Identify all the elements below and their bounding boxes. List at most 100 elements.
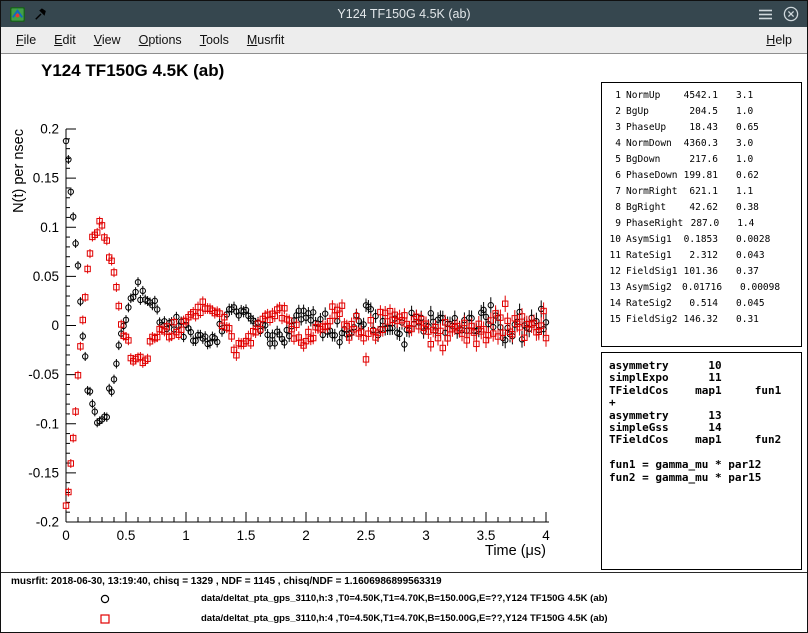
- menu-item-help[interactable]: Help: [757, 30, 801, 50]
- param-number: 15: [608, 312, 621, 328]
- param-error: 1.1: [736, 184, 753, 200]
- param-number: 12: [608, 264, 621, 280]
- theory-box: asymmetry 10simplExpo 11TFieldCos map1 f…: [601, 352, 802, 570]
- param-name: AsymSig2: [626, 280, 682, 296]
- parameter-row: 15FieldSig2146.320.31: [608, 312, 801, 328]
- param-value: 0.514: [682, 296, 718, 312]
- svg-text:3.5: 3.5: [477, 528, 496, 543]
- param-name: NormRight: [626, 184, 682, 200]
- param-name: FieldSig1: [626, 264, 682, 280]
- parameter-row: 8BgRight42.620.38: [608, 200, 801, 216]
- parameter-row: 12 FieldSig1101.36 0.37: [608, 264, 801, 280]
- parameter-row: 4NormDown4360.33.0: [608, 136, 801, 152]
- param-name: NormDown: [626, 136, 682, 152]
- svg-text:0: 0: [62, 528, 70, 543]
- param-name: FieldSig2: [626, 312, 682, 328]
- titlebar[interactable]: Y124 TF150G 4.5K (ab): [1, 1, 807, 27]
- plot-canvas[interactable]: -0.2-0.15-0.1-0.0500.050.10.150.200.511.…: [1, 54, 597, 572]
- menu-item-view[interactable]: View: [85, 30, 130, 50]
- svg-text:4: 4: [542, 528, 550, 543]
- pin-icon[interactable]: [33, 6, 49, 22]
- param-number: 8: [608, 200, 621, 216]
- param-value: 42.62: [682, 200, 718, 216]
- param-error: 1.0: [736, 104, 753, 120]
- legend-row: data/deltat_pta_gps_3110,h:3 ,T0=4.50K,T…: [1, 590, 807, 608]
- param-value: 2.312: [682, 248, 718, 264]
- theory-line: fun2 = gamma_mu * par15: [609, 472, 801, 484]
- param-value: 204.5: [682, 104, 718, 120]
- param-error: 0.0028: [736, 232, 770, 248]
- param-number: 4: [608, 136, 621, 152]
- param-name: BgDown: [626, 152, 682, 168]
- legend-label: data/deltat_pta_gps_3110,h:4 ,T0=4.50K,T…: [201, 613, 608, 624]
- window-close-icon[interactable]: [783, 6, 799, 22]
- param-value: 101.36: [682, 264, 718, 280]
- app-icon[interactable]: [9, 6, 25, 22]
- menu-item-musrfit[interactable]: Musrfit: [238, 30, 294, 50]
- param-name: PhaseDown: [626, 168, 682, 184]
- parameter-row: 5 BgDown217.6 1.0: [608, 152, 801, 168]
- musrview-window: Y124 TF150G 4.5K (ab) File: [0, 0, 808, 633]
- param-number: 13: [608, 280, 621, 296]
- menu-item-file[interactable]: File: [7, 30, 45, 50]
- svg-text:0.15: 0.15: [33, 171, 59, 186]
- param-error: 0.37: [736, 264, 759, 280]
- param-name: BgUp: [626, 104, 682, 120]
- menu-item-options[interactable]: Options: [130, 30, 191, 50]
- data-series-layer: [63, 137, 548, 510]
- param-value: 0.1853: [682, 232, 718, 248]
- parameter-row: 13AsymSig20.017160.00098: [608, 280, 801, 296]
- root-canvas[interactable]: Y124 TF150G 4.5K (ab) -0.2-0.15-0.1-0.05…: [1, 54, 807, 632]
- param-error: 0.62: [736, 168, 759, 184]
- param-error: 1.0: [736, 152, 753, 168]
- svg-text:0.05: 0.05: [33, 269, 59, 284]
- window-menu-icon[interactable]: [757, 6, 773, 22]
- param-name: PhaseUp: [626, 120, 682, 136]
- param-number: 7: [608, 184, 621, 200]
- param-error: 0.38: [736, 200, 759, 216]
- titlebar-left-icons: [9, 6, 49, 22]
- legend-marker-square-icon: [99, 612, 111, 630]
- param-value: 621.1: [682, 184, 718, 200]
- param-error: 0.045: [736, 296, 765, 312]
- param-name: NormUp: [626, 88, 682, 104]
- parameter-row: 7 NormRight621.1 1.1: [608, 184, 801, 200]
- menu-item-tools[interactable]: Tools: [191, 30, 238, 50]
- svg-text:-0.1: -0.1: [36, 416, 59, 431]
- param-value: 287.0: [683, 216, 719, 232]
- svg-text:0.2: 0.2: [40, 122, 59, 137]
- param-value: 199.81: [682, 168, 718, 184]
- param-value: 217.6: [682, 152, 718, 168]
- legend-label: data/deltat_pta_gps_3110,h:3 ,T0=4.50K,T…: [201, 593, 608, 604]
- window-title: Y124 TF150G 4.5K (ab): [1, 7, 807, 21]
- theory-line: simplExpo 11: [609, 372, 801, 384]
- y-axis-label: N(t) per nsec: [11, 129, 27, 213]
- svg-text:3: 3: [422, 528, 430, 543]
- svg-text:1: 1: [182, 528, 190, 543]
- svg-text:0: 0: [51, 318, 59, 333]
- param-number: 5: [608, 152, 621, 168]
- param-number: 6: [608, 168, 621, 184]
- menubar: FileEditViewOptionsToolsMusrfit Help: [1, 27, 807, 54]
- theory-line: TFieldCos map1 fun2: [609, 434, 801, 446]
- param-name: RateSig1: [626, 248, 682, 264]
- svg-text:-0.15: -0.15: [28, 465, 59, 480]
- series-squares: [63, 217, 548, 511]
- param-value: 0.01716: [682, 280, 722, 296]
- fit-status-line: musrfit: 2018-06-30, 13:19:40, chisq = 1…: [11, 576, 442, 587]
- menu-item-edit[interactable]: Edit: [45, 30, 85, 50]
- legend-marker-circle-icon: [99, 592, 111, 610]
- svg-text:-0.05: -0.05: [28, 367, 59, 382]
- param-number: 11: [608, 248, 621, 264]
- param-value: 4360.3: [682, 136, 718, 152]
- param-error: 3.1: [736, 88, 753, 104]
- series-circles: [63, 137, 548, 428]
- parameter-row: 11RateSig12.3120.043: [608, 248, 801, 264]
- param-number: 3: [608, 120, 621, 136]
- param-name: RateSig2: [626, 296, 682, 312]
- parameter-row: 10AsymSig10.18530.0028: [608, 232, 801, 248]
- svg-text:0.1: 0.1: [40, 220, 59, 235]
- param-error: 0.31: [736, 312, 759, 328]
- param-number: 1: [608, 88, 621, 104]
- parameter-row: 9PhaseRight287.01.4: [608, 216, 801, 232]
